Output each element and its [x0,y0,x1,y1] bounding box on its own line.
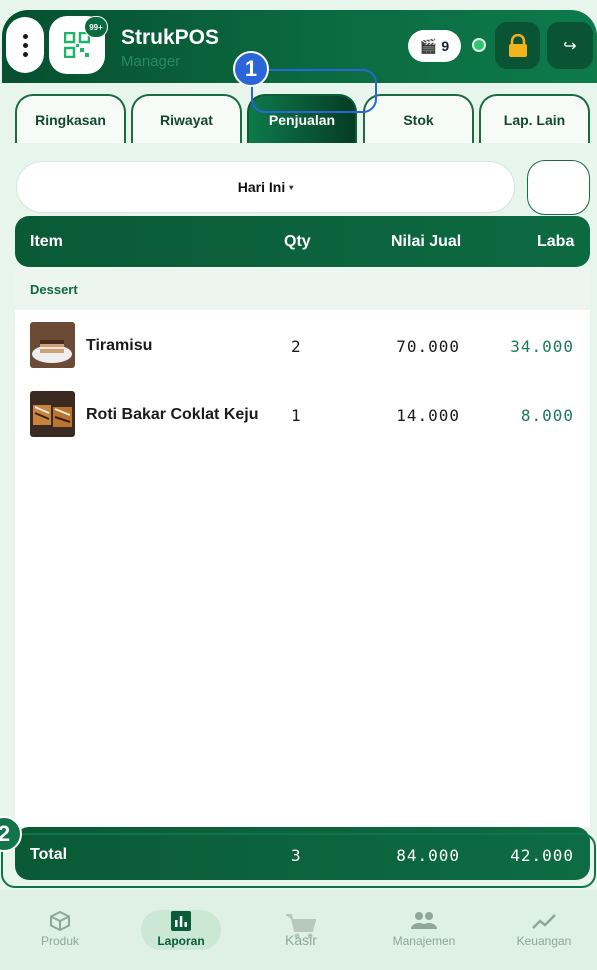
app-title: StrukPOS [121,26,220,49]
item-profit: 8.000 [520,406,574,425]
category-header: Dessert [15,267,590,310]
people-icon [411,912,437,929]
bar-chart-icon [171,911,191,931]
highlight-box [1,833,596,888]
step-marker: 1 [233,51,269,87]
menu-dot-icon [22,51,28,57]
column-qty: Qty [284,233,311,250]
sales-table: Dessert Tiramisu 2 70.000 34.000 Roti Ba… [15,267,590,827]
nav-label: Kasir [285,932,317,948]
notification-badge: 99+ [84,16,108,38]
nav-manajemen[interactable]: Manajemen [379,910,469,948]
logout-button[interactable]: ↪ [547,22,593,69]
nav-produk[interactable]: Produk [15,910,105,948]
clapperboard-icon: 🎬 [419,37,438,54]
highlight-box [251,69,377,113]
nav-label: Keuangan [516,934,572,948]
period-dropdown[interactable]: Hari Ini ▾ [16,161,515,213]
product-thumbnail [30,322,75,368]
qr-code-icon [64,32,90,58]
menu-dot-icon [22,42,28,48]
user-role: Manager [121,53,181,70]
item-name: Roti Bakar Coklat Keju [86,406,259,423]
nav-label: Produk [40,934,80,948]
nav-label: Manajemen [392,934,456,948]
nav-laporan[interactable]: Laporan [136,910,226,948]
bottom-navigation: Produk Laporan Kasir Manajemen Keuangan [0,890,597,970]
column-sale-value: Nilai Jual [391,233,462,250]
box-icon [50,910,70,932]
tab-riwayat[interactable]: Riwayat [131,94,242,144]
menu-dot-icon [22,33,28,39]
item-profit: 34.000 [510,337,574,356]
item-qty: 2 [291,337,301,356]
nav-label: Laporan [157,934,205,948]
menu-button[interactable] [6,17,44,73]
filter-button[interactable] [527,160,590,215]
column-profit: Laba [537,233,575,250]
lock-icon [508,33,527,57]
item-sale-value: 14.000 [396,406,460,425]
trend-icon [532,914,556,929]
tab-lap-lain[interactable]: Lap. Lain [479,94,590,144]
product-thumbnail [30,391,75,437]
online-status-indicator [472,38,486,52]
tabs-divider [0,143,597,146]
nav-kasir[interactable]: Kasir [256,912,346,958]
table-row[interactable]: Tiramisu 2 70.000 34.000 [15,310,590,378]
nav-keuangan[interactable]: Keuangan [499,910,589,948]
column-item: Item [30,233,63,250]
tab-ringkasan[interactable]: Ringkasan [15,94,126,144]
table-header: Item Qty Nilai Jual Laba [15,216,590,267]
lock-button[interactable] [495,22,540,69]
counter-chip[interactable]: 🎬 9 [408,30,461,62]
logout-icon: ↪ [563,37,577,55]
item-name: Tiramisu [86,337,153,354]
item-sale-value: 70.000 [396,337,460,356]
table-row[interactable]: Roti Bakar Coklat Keju 1 14.000 8.000 [15,379,590,447]
tab-stok[interactable]: Stok [363,94,474,144]
counter-value: 9 [441,38,450,54]
period-value: Hari Ini [237,179,286,195]
chevron-down-icon: ▾ [289,182,294,192]
item-qty: 1 [291,406,301,425]
